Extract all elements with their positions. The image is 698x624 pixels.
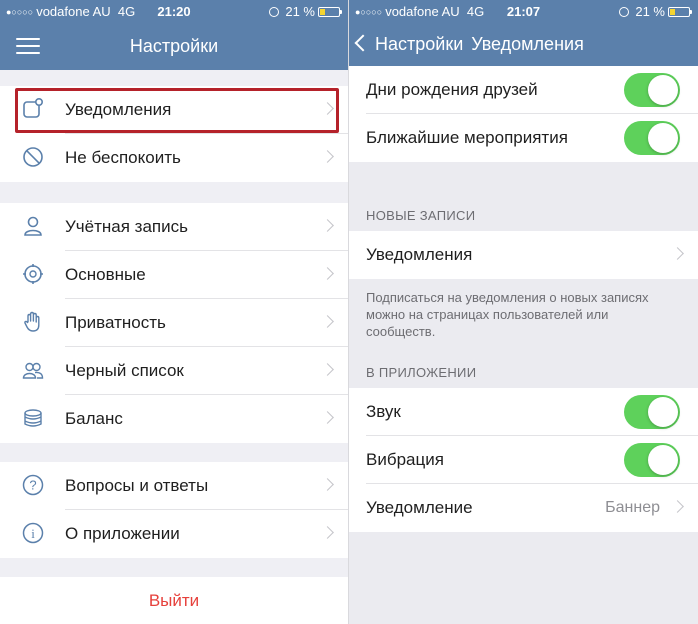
battery-icon: [318, 7, 342, 17]
balance-icon: [24, 409, 42, 427]
battery-icon: [668, 7, 692, 17]
settings-item-general[interactable]: Основные: [0, 251, 348, 299]
settings-item-balance[interactable]: Баланс: [0, 395, 348, 443]
settings-screen: ●○○○○ vodafone AU 4G 21:20 21 % Настройки…: [0, 0, 348, 624]
settings-item-label: Вопросы и ответы: [65, 476, 209, 495]
settings-item-do-not-disturb[interactable]: Не беспокоить: [0, 134, 348, 182]
notification-style-value: Баннер: [605, 499, 660, 516]
settings-item-faq[interactable]: ? Вопросы и ответы: [0, 462, 348, 510]
chevron-right-icon: [321, 150, 334, 163]
sound-row: Звук: [349, 388, 698, 436]
page-title: Настройки: [129, 36, 219, 56]
new-posts-group: Уведомления: [349, 231, 698, 279]
settings-item-notifications[interactable]: Уведомления: [0, 86, 348, 134]
settings-group-2: Учётная запись Основные Приватность Черн…: [0, 203, 348, 443]
vibration-row: Вибрация: [349, 436, 698, 484]
chevron-right-icon: [321, 219, 334, 232]
settings-item-label: Приватность: [65, 313, 166, 332]
chevron-right-icon: [321, 315, 334, 328]
svg-text:i: i: [31, 526, 35, 541]
settings-item-label: Учётная запись: [65, 217, 188, 236]
settings-item-about[interactable]: i О приложении: [0, 510, 348, 558]
new-posts-header: НОВЫЕ ЗАПИСИ: [366, 208, 476, 223]
settings-item-label: Баланс: [65, 409, 123, 428]
settings-group-1: Уведомления Не беспокоить: [0, 86, 348, 182]
settings-item-label: Уведомления: [65, 100, 172, 119]
settings-item-account[interactable]: Учётная запись: [0, 203, 348, 251]
toggle-group-top: Дни рождения друзей Ближайшие мероприяти…: [349, 66, 698, 162]
settings-item-privacy[interactable]: Приватность: [0, 299, 348, 347]
birthdays-toggle[interactable]: [624, 73, 680, 107]
settings-item-label: Черный список: [65, 361, 184, 380]
sound-toggle[interactable]: [624, 395, 680, 429]
vibration-toggle[interactable]: [624, 443, 680, 477]
birthdays-row: Дни рождения друзей: [349, 66, 698, 114]
birthdays-label: Дни рождения друзей: [366, 80, 538, 99]
svg-text:?: ?: [29, 478, 36, 493]
notification-style-row[interactable]: Уведомление Баннер: [349, 484, 698, 532]
alarm-icon: [269, 7, 280, 17]
chevron-right-icon: [321, 363, 334, 376]
do-not-disturb-icon: [23, 147, 43, 167]
chevron-right-icon: [671, 500, 684, 513]
logout-label: Выйти: [148, 591, 200, 610]
in-app-header: В ПРИЛОЖЕНИИ: [366, 365, 477, 380]
new-posts-notifications-row[interactable]: Уведомления: [349, 231, 698, 279]
general-icon: [23, 264, 43, 284]
settings-item-blacklist[interactable]: Черный список: [0, 347, 348, 395]
notifications-screen: ●○○○○ vodafone AU 4G 21:07 21 % Настройки…: [349, 0, 698, 624]
battery-percent: 21 %: [285, 4, 315, 19]
blacklist-icon: [22, 362, 44, 379]
events-row: Ближайшие мероприятия: [349, 114, 698, 162]
chevron-right-icon: [321, 102, 334, 115]
notifications-icon: [23, 98, 43, 118]
new-posts-notifications-label: Уведомления: [366, 245, 473, 264]
alarm-icon: [619, 7, 630, 17]
privacy-hand-icon: [24, 311, 40, 332]
events-label: Ближайшие мероприятия: [366, 128, 568, 147]
settings-item-label: Основные: [65, 265, 146, 284]
chevron-right-icon: [671, 247, 684, 260]
status-bar: ●○○○○ vodafone AU 4G 21:20 21 %: [0, 0, 348, 22]
nav-bar: Настройки Уведомления: [349, 22, 698, 70]
new-posts-footnote: Подписаться на уведомления о новых запис…: [366, 290, 649, 339]
logout-button[interactable]: Выйти: [0, 577, 348, 624]
sound-label: Звук: [366, 402, 401, 421]
help-icon: ?: [22, 474, 44, 496]
back-button[interactable]: Настройки Уведомления: [354, 34, 584, 55]
notification-style-label: Уведомление: [366, 498, 473, 517]
chevron-right-icon: [321, 267, 334, 280]
settings-item-label: Не беспокоить: [65, 148, 181, 167]
nav-bar: Настройки: [0, 22, 348, 70]
vibration-label: Вибрация: [366, 450, 444, 469]
chevron-left-icon: [354, 34, 372, 52]
status-bar: ●○○○○ vodafone AU 4G 21:07 21 %: [349, 0, 698, 22]
settings-item-label: О приложении: [65, 524, 180, 543]
events-toggle[interactable]: [624, 121, 680, 155]
chevron-right-icon: [321, 478, 334, 491]
page-title: Уведомления: [471, 34, 584, 54]
battery-percent: 21 %: [635, 4, 665, 19]
chevron-right-icon: [321, 526, 334, 539]
in-app-group: Звук Вибрация Уведомление Баннер: [349, 388, 698, 532]
settings-group-3: ? Вопросы и ответы i О приложении: [0, 462, 348, 558]
info-icon: i: [22, 522, 44, 544]
account-icon: [24, 216, 42, 236]
back-label: Настройки: [375, 34, 464, 54]
chevron-right-icon: [321, 411, 334, 424]
